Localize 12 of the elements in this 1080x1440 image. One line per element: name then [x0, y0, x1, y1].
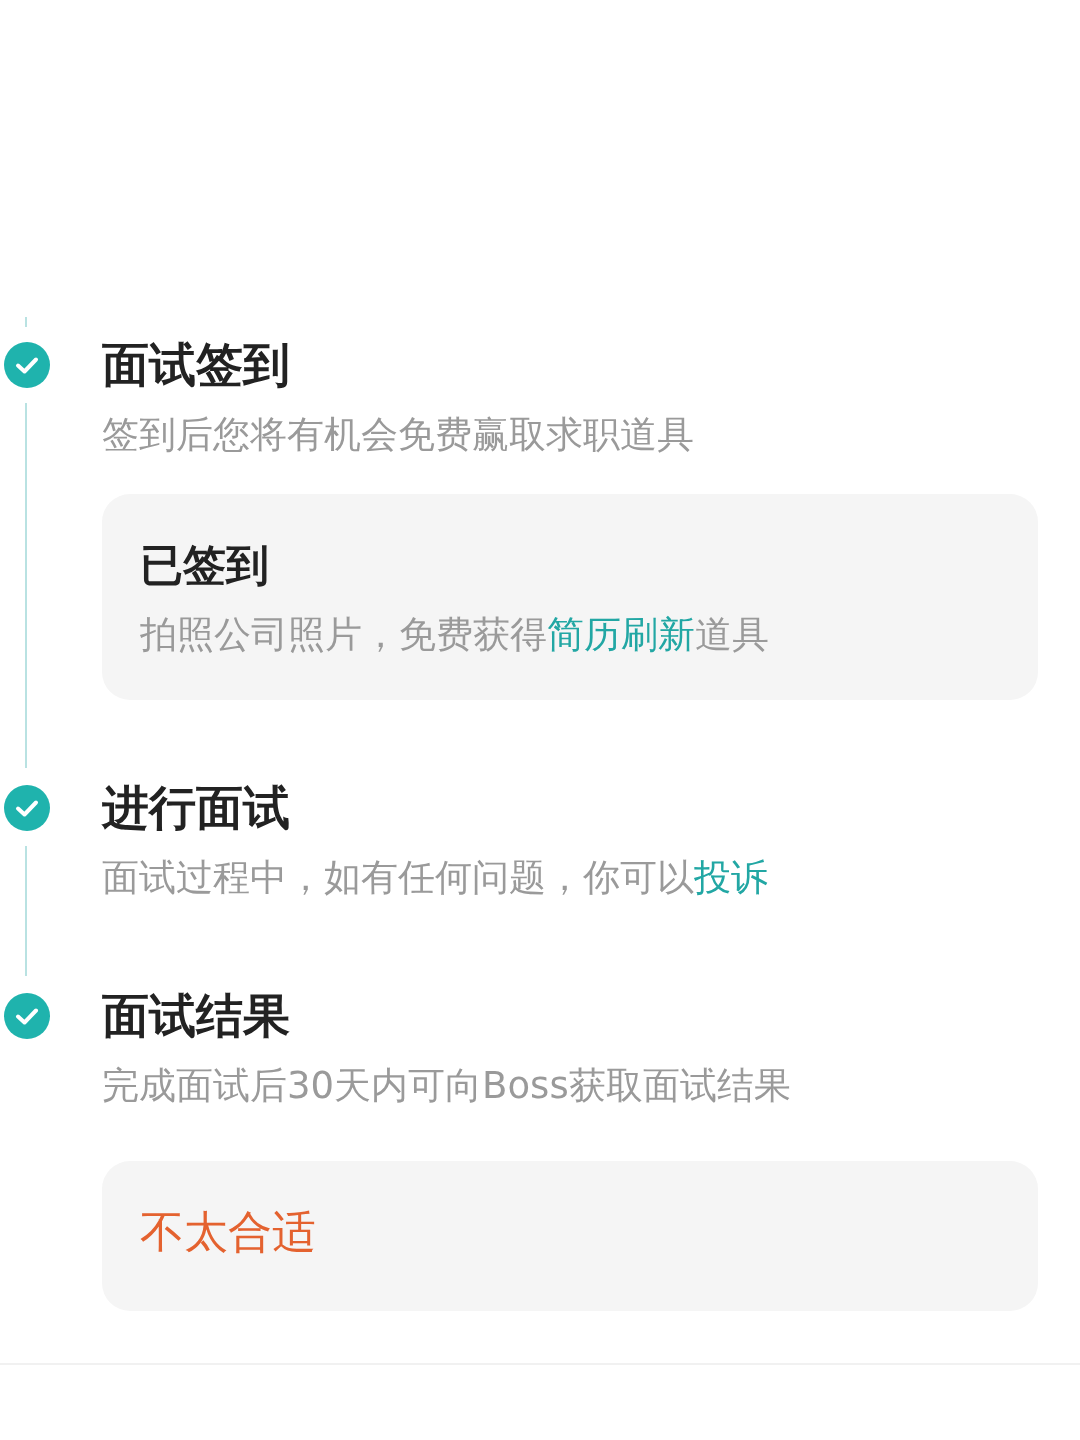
result-label: 不太合适: [140, 1205, 317, 1259]
card-title: 已签到: [140, 539, 270, 592]
card-description: 拍照公司照片，免费获得简历刷新道具: [140, 612, 770, 658]
step-title: 面试签到: [102, 336, 291, 394]
step-description: 面试过程中，如有任何问题，你可以投诉: [102, 855, 769, 901]
inline-link[interactable]: 简历刷新: [547, 613, 695, 656]
timeline-connector: [25, 317, 27, 327]
step-description: 完成面试后30天内可向Boss获取面试结果: [102, 1063, 792, 1109]
inline-link[interactable]: 投诉: [694, 856, 768, 899]
step-title: 面试结果: [102, 987, 291, 1045]
step-title: 进行面试: [102, 779, 291, 837]
step-description: 签到后您将有机会免费赢取求职道具: [102, 412, 695, 458]
